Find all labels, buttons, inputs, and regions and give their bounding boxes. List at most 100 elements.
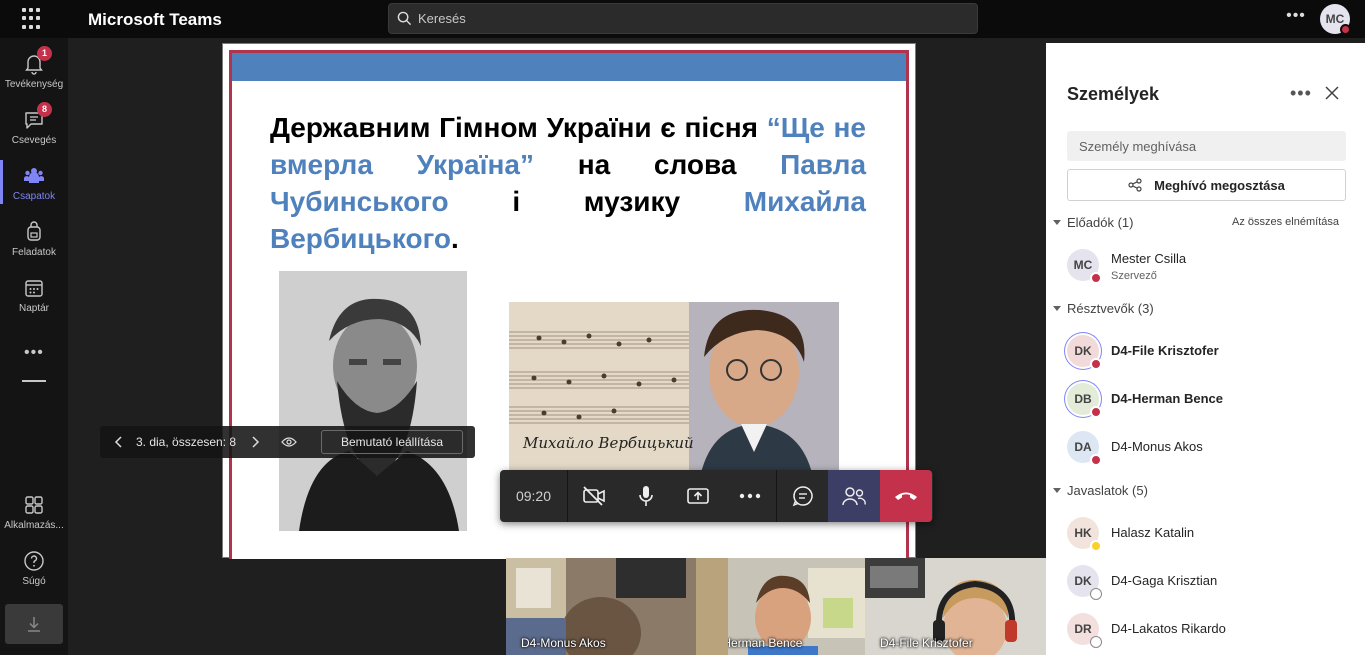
mute-all-link[interactable]: Az összes elnémítása <box>1232 216 1339 228</box>
avatar-initials: MC <box>1073 258 1093 272</box>
slide-text: Державним Гімном України є пісня “Ще не … <box>270 109 866 257</box>
presence-away-icon <box>1090 540 1102 552</box>
invite-person-input[interactable] <box>1067 131 1346 161</box>
suggestion-name: D4-Gaga Krisztian <box>1111 573 1218 588</box>
video-tile[interactable]: D4-Monus Akos <box>506 558 728 655</box>
share-screen-button[interactable] <box>672 470 724 522</box>
avatar-initials: DK <box>1074 574 1092 588</box>
participant-row[interactable]: MC Mester Csilla Szervező <box>1067 245 1357 285</box>
share-icon <box>1128 178 1142 192</box>
avatar: MC <box>1067 249 1102 284</box>
panel-more-icon[interactable]: ••• <box>1290 83 1312 104</box>
suggestion-row[interactable]: HK Halasz Katalin <box>1067 513 1357 553</box>
more-apps-icon[interactable]: ••• <box>24 344 44 362</box>
search-input[interactable] <box>418 11 938 26</box>
camera-off-button[interactable] <box>568 470 620 522</box>
participant-name: Mester Csilla <box>1111 251 1187 266</box>
rail-item-apps[interactable]: Alkalmazás... <box>0 493 68 531</box>
camera-off-icon <box>583 486 605 506</box>
participant-role: Szervező <box>1111 270 1157 282</box>
chevron-down-icon <box>1053 306 1061 311</box>
participant-name: D4-File Krisztofer <box>1111 343 1219 358</box>
suggestion-name: Halasz Katalin <box>1111 525 1195 540</box>
apps-icon <box>22 493 46 517</box>
eye-icon[interactable] <box>278 431 300 453</box>
suggestions-label: Javaslatok (5) <box>1067 483 1148 498</box>
rail-item-help[interactable]: Súgó <box>0 549 68 587</box>
more-actions-button[interactable] <box>724 470 776 522</box>
suggestions-section-toggle[interactable]: Javaslatok (5) <box>1053 483 1148 498</box>
video-name-label: D4-Monus Akos <box>521 636 606 650</box>
portrait-verbytsky-image: Михайло Вербицький <box>509 302 839 482</box>
chat-button[interactable] <box>776 470 828 522</box>
slide-na-slova: на слова <box>577 149 737 180</box>
calendar-icon <box>22 276 46 300</box>
participant-row[interactable]: DA D4-Monus Akos <box>1067 427 1357 467</box>
avatar: DB <box>1067 383 1102 418</box>
slide-navigation-bar: 3. dia, összesen: 8 Bemutató leállítása <box>100 426 475 458</box>
presence-busy-icon <box>1340 24 1351 35</box>
rail-item-teams[interactable]: Csapatok <box>0 160 68 204</box>
presence-busy-icon <box>1090 272 1102 284</box>
presence-offline-icon <box>1090 588 1102 600</box>
slide-author2: Михайла <box>743 186 867 217</box>
user-avatar[interactable]: MC <box>1320 4 1351 35</box>
avatar-initials: DB <box>1074 392 1092 406</box>
call-timer: 09:20 <box>500 470 568 522</box>
presenters-section-toggle[interactable]: Előadók (1) <box>1053 215 1133 230</box>
presenters-label: Előadók (1) <box>1067 215 1134 230</box>
backpack-icon <box>22 220 46 244</box>
video-tile[interactable]: D4-Herman Bence <box>728 558 865 655</box>
participants-button[interactable] <box>828 470 880 522</box>
slide-middle: і музику <box>512 186 681 217</box>
app-rail: 1 Tevékenység 8 Csevegés Csapatok Felada… <box>0 38 68 655</box>
microphone-button[interactable] <box>620 470 672 522</box>
bell-icon: 1 <box>22 46 52 76</box>
avatar: DK <box>1067 565 1102 600</box>
presence-busy-icon <box>1090 454 1102 466</box>
rail-label: Naptár <box>18 303 49 314</box>
share-invite-button[interactable]: Meghívó megosztása <box>1067 169 1346 201</box>
avatar-initials: HK <box>1074 526 1092 540</box>
rail-item-assignments[interactable]: Feladatok <box>0 220 68 258</box>
chat-badge: 8 <box>37 102 52 117</box>
avatar: HK <box>1067 517 1102 552</box>
participant-row[interactable]: DK D4-File Krisztofer <box>1067 331 1357 371</box>
video-tile[interactable]: D4-File Krisztofer <box>865 558 1046 655</box>
search-icon <box>397 11 412 26</box>
download-button[interactable] <box>5 604 63 644</box>
avatar: DR <box>1067 613 1102 648</box>
chevron-down-icon <box>1053 220 1061 225</box>
people-panel: Személyek ••• Meghívó megosztása Előadók… <box>1046 43 1365 655</box>
next-slide-icon[interactable] <box>244 431 266 453</box>
rail-item-calendar[interactable]: Naptár <box>0 276 68 314</box>
close-icon[interactable] <box>1322 83 1342 103</box>
signature-text: Михайло Вербицький <box>523 434 694 452</box>
rail-item-activity[interactable]: 1 Tevékenység <box>0 46 68 90</box>
activity-badge: 1 <box>37 46 52 61</box>
leave-call-button[interactable] <box>880 470 932 522</box>
download-icon <box>28 617 40 632</box>
video-name-label: D4-File Krisztofer <box>880 636 973 650</box>
avatar: DA <box>1067 431 1102 466</box>
more-options-icon[interactable]: ••• <box>1286 8 1306 29</box>
suggestion-row[interactable]: DR D4-Lakatos Rikardo <box>1067 609 1357 649</box>
participant-name: D4-Herman Bence <box>1111 391 1223 406</box>
app-title: Microsoft Teams <box>88 10 222 29</box>
slide-header-band <box>232 53 906 81</box>
chat-icon: 8 <box>22 102 52 132</box>
participant-row[interactable]: DB D4-Herman Bence <box>1067 379 1357 419</box>
app-launcher-icon[interactable] <box>22 8 44 30</box>
suggestion-name: D4-Lakatos Rikardo <box>1111 621 1226 636</box>
suggestion-row[interactable]: DK D4-Gaga Krisztian <box>1067 561 1357 601</box>
people-icon <box>842 487 866 506</box>
hang-up-icon <box>895 492 917 500</box>
search-box[interactable] <box>388 3 978 34</box>
previous-slide-icon[interactable] <box>108 431 130 453</box>
slide-end: . <box>450 223 459 254</box>
rail-item-chat[interactable]: 8 Csevegés <box>0 102 68 146</box>
participants-section-toggle[interactable]: Résztvevők (3) <box>1053 301 1154 316</box>
avatar: DK <box>1067 335 1102 370</box>
slide-author2b: Вербицького <box>270 223 451 254</box>
stop-presenting-button[interactable]: Bemutató leállítása <box>321 430 463 454</box>
